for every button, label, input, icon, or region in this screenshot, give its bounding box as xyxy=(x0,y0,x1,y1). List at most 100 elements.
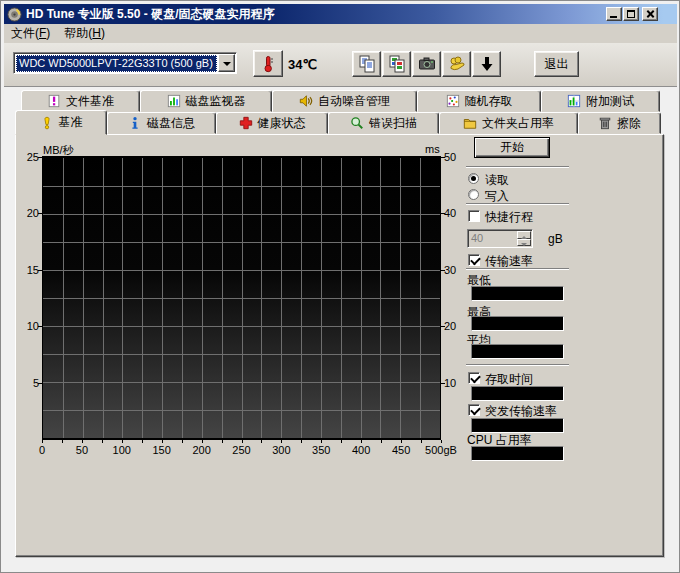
y-axis-right-tick: 50 xyxy=(444,151,456,163)
copy-image-button[interactable] xyxy=(382,51,411,77)
health-cross-icon xyxy=(239,116,253,130)
y-axis-right-title: ms xyxy=(425,143,440,155)
menu-file[interactable]: 文件(F) xyxy=(4,23,57,44)
burst-rate-checkbox[interactable] xyxy=(468,404,480,416)
grid-line xyxy=(43,410,440,411)
donate-button[interactable] xyxy=(442,51,471,77)
x-axis-tick: 350 xyxy=(301,444,341,456)
grid-line xyxy=(43,326,440,327)
transfer-rate-checkbox[interactable] xyxy=(468,254,480,266)
tab-label: 自动噪音管理 xyxy=(318,93,390,110)
tick-mark xyxy=(42,440,43,443)
short-stroke-size-input[interactable]: 40 xyxy=(467,229,533,248)
tab-label: 文件基准 xyxy=(66,93,114,110)
down-arrow-icon xyxy=(478,55,496,73)
access-time-checkbox[interactable] xyxy=(468,372,480,384)
y-axis-left-tick: 5 xyxy=(15,377,39,389)
close-button[interactable] xyxy=(642,7,658,21)
read-radio[interactable] xyxy=(468,173,479,184)
menu-bar: 文件(F) 帮助(H) xyxy=(4,24,677,43)
tick-mark xyxy=(182,440,183,443)
tick-mark xyxy=(301,440,302,443)
trash-icon xyxy=(598,116,612,130)
tick-mark xyxy=(261,440,262,443)
exit-button[interactable]: 退出 xyxy=(534,51,579,77)
x-axis-tick: 150 xyxy=(142,444,182,456)
tab-random-access[interactable]: 随机存取 xyxy=(417,90,541,112)
x-axis-tick: 300 xyxy=(261,444,301,456)
tick-mark xyxy=(441,157,445,158)
tick-mark xyxy=(62,440,63,443)
tick-mark xyxy=(38,270,42,271)
tick-mark xyxy=(122,440,123,443)
tab-health[interactable]: 健康状态 xyxy=(216,112,328,134)
tab-file-benchmark[interactable]: 文件基准 xyxy=(21,90,140,112)
x-axis-tick: 250 xyxy=(222,444,262,456)
grid-line xyxy=(43,382,440,383)
tab-label: 文件夹占用率 xyxy=(482,115,554,132)
short-stroke-label: 快捷行程 xyxy=(485,209,533,226)
maximize-icon xyxy=(627,10,635,18)
avg-value-box xyxy=(471,344,564,359)
tick-mark xyxy=(421,440,422,443)
save-button[interactable] xyxy=(472,51,501,77)
y-axis-right-tick: 30 xyxy=(444,264,456,276)
drive-selector[interactable]: WDC WD5000LPVT-22G33T0 (500 gB) xyxy=(13,52,237,74)
grid-line xyxy=(43,354,440,355)
spin-up-icon[interactable] xyxy=(517,231,531,239)
tick-mark xyxy=(441,383,445,384)
y-axis-right-tick: 10 xyxy=(444,377,456,389)
tab-disk-monitor[interactable]: 磁盘监视器 xyxy=(140,90,272,112)
x-axis-tick: 450 xyxy=(381,444,421,456)
tick-mark xyxy=(441,270,445,271)
tab-label: 基准 xyxy=(59,114,83,131)
thermometer-icon xyxy=(260,55,276,73)
tab-benchmark[interactable]: 基准 xyxy=(15,110,107,135)
start-button[interactable]: 开始 xyxy=(474,137,550,158)
separator xyxy=(466,203,569,205)
write-radio[interactable] xyxy=(468,189,479,200)
tick-mark xyxy=(441,440,442,443)
screenshot-button[interactable] xyxy=(412,51,441,77)
temperature-button[interactable] xyxy=(253,50,283,77)
x-axis-tick: 100 xyxy=(102,444,142,456)
tick-mark xyxy=(341,440,342,443)
tick-mark xyxy=(381,440,382,443)
chevron-down-icon[interactable] xyxy=(218,54,235,72)
maximize-button[interactable] xyxy=(623,7,639,21)
y-axis-left-tick: 10 xyxy=(15,320,39,332)
min-value-box xyxy=(471,286,564,301)
x-axis-tick: 0 xyxy=(22,444,62,456)
tab-folder-usage[interactable]: 文件夹占用率 xyxy=(439,112,578,134)
drive-selector-value: WDC WD5000LPVT-22G33T0 (500 gB) xyxy=(16,55,217,72)
spin-down-icon[interactable] xyxy=(517,239,531,247)
minimize-button[interactable] xyxy=(606,7,622,21)
grid-line xyxy=(43,186,440,187)
exclamation-icon xyxy=(40,116,54,130)
tick-mark xyxy=(38,157,42,158)
tick-mark xyxy=(102,440,103,443)
info-icon xyxy=(128,116,142,130)
y-axis-left-tick: 25 xyxy=(15,151,39,163)
tab-erase[interactable]: 擦除 xyxy=(578,112,661,134)
tab-aam[interactable]: 自动噪音管理 xyxy=(272,90,417,112)
tab-extra-tests[interactable]: 附加测试 xyxy=(541,90,660,112)
menu-help[interactable]: 帮助(H) xyxy=(57,23,112,44)
x-axis-tick: 500gB xyxy=(421,444,461,456)
tab-error-scan[interactable]: 错误扫描 xyxy=(328,112,439,134)
tick-mark xyxy=(222,440,223,443)
y-axis-right-tick: 40 xyxy=(444,207,456,219)
copy-text-button[interactable] xyxy=(352,51,381,77)
copy-document-icon xyxy=(358,55,376,73)
tab-label: 擦除 xyxy=(617,115,641,132)
magnifier-icon xyxy=(350,116,364,130)
short-stroke-checkbox[interactable] xyxy=(468,210,480,222)
x-axis-tick: 400 xyxy=(341,444,381,456)
tick-mark xyxy=(361,440,362,443)
tick-mark xyxy=(38,326,42,327)
tab-label: 磁盘监视器 xyxy=(186,93,246,110)
tab-label: 附加测试 xyxy=(586,93,634,110)
tick-mark xyxy=(441,326,445,327)
tab-disk-info[interactable]: 磁盘信息 xyxy=(107,112,216,134)
x-axis-tick: 200 xyxy=(182,444,222,456)
